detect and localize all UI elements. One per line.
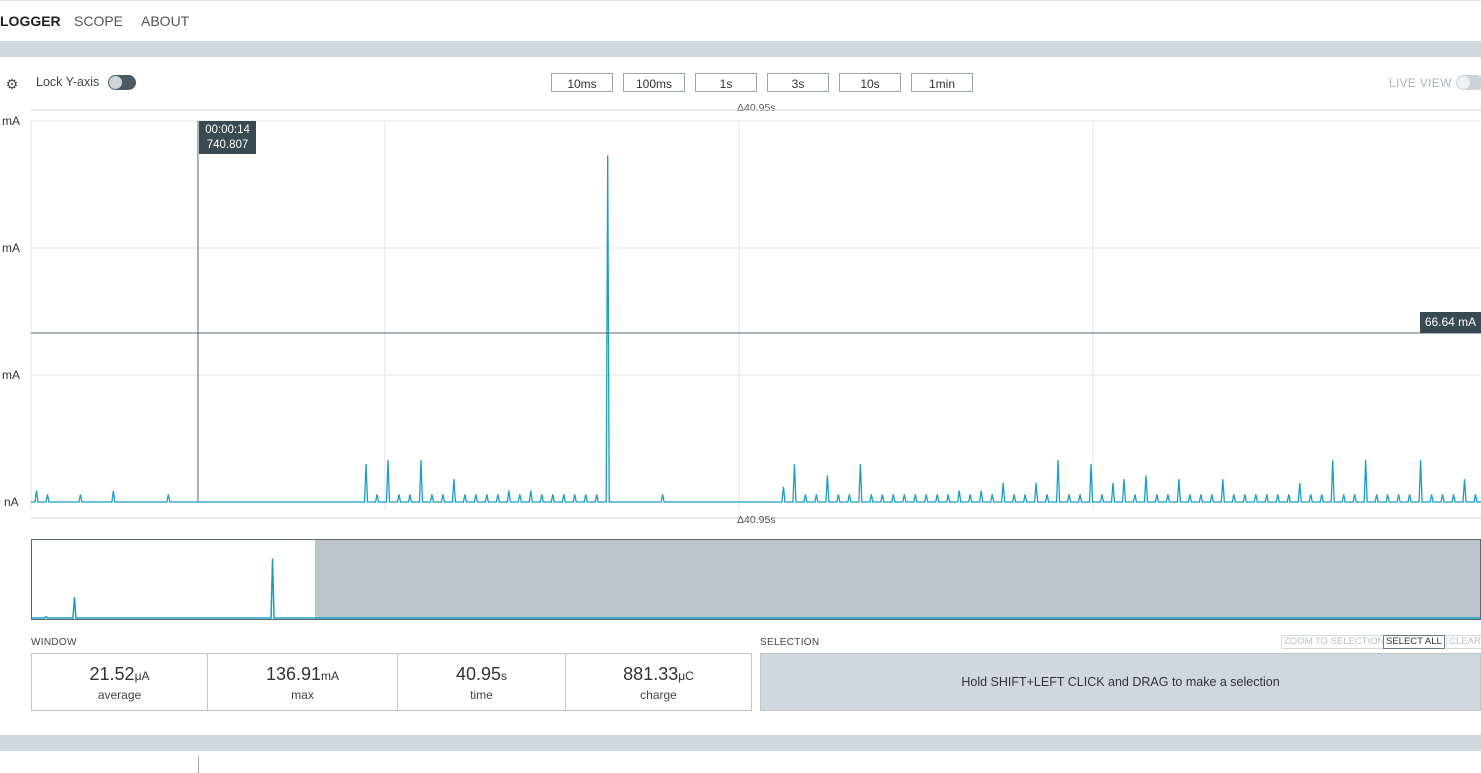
nav-tab-about[interactable]: ABOUT xyxy=(141,1,189,42)
window-section-label: WINDOW xyxy=(31,637,77,648)
minimap-outside-window-overlay xyxy=(315,540,1480,619)
window-stats: 21.52μA average 136.91mA max 40.95s time… xyxy=(31,653,752,711)
cursor-time: 00:00:14 xyxy=(205,124,250,136)
stat-charge: 881.33μC charge xyxy=(566,654,751,710)
status-divider xyxy=(198,756,199,773)
stat-average-unit: μA xyxy=(134,669,150,683)
window-100ms-button[interactable]: 100ms xyxy=(623,73,685,92)
live-view-toggle[interactable] xyxy=(1456,75,1481,90)
zoom-to-selection-button[interactable]: ZOOM TO SELECTION xyxy=(1281,635,1388,649)
stat-max-value: 136.91 xyxy=(265,664,322,684)
window-10ms-button[interactable]: 10ms xyxy=(551,73,613,92)
minimap[interactable] xyxy=(31,539,1481,620)
selection-hint-box[interactable]: Hold SHIFT+LEFT CLICK and DRAG to make a… xyxy=(760,653,1481,711)
stat-max: 136.91mA max xyxy=(208,654,398,710)
current-chart[interactable] xyxy=(0,100,1481,530)
stat-charge-unit: μC xyxy=(678,669,694,683)
stat-charge-value: 881.33 xyxy=(623,664,679,684)
minimap-chart[interactable] xyxy=(32,540,1481,620)
window-1min-button[interactable]: 1min xyxy=(911,73,973,92)
nav-tab-scope[interactable]: SCOPE xyxy=(74,1,123,42)
selection-section-label: SELECTION xyxy=(760,637,820,648)
stat-time-unit: s xyxy=(501,669,508,683)
top-nav-bar: LOGGER SCOPE ABOUT xyxy=(0,0,1481,42)
cursor-tooltip: 00:00:14 740.807 xyxy=(199,121,256,154)
current-series-line xyxy=(31,155,1481,503)
delta-time-bottom: Δ40.95s xyxy=(737,514,776,526)
stat-time-label: time xyxy=(470,688,493,702)
lock-y-axis-label: Lock Y-axis xyxy=(36,75,100,89)
gear-icon[interactable]: ⚙ xyxy=(4,76,20,92)
nav-tab-logger[interactable]: LOGGER xyxy=(0,1,61,42)
clear-selection-button[interactable]: CLEAR xyxy=(1446,635,1481,649)
stat-average-value: 21.52 xyxy=(89,664,135,684)
stat-max-unit: mA xyxy=(321,669,340,683)
horizontal-marker-label[interactable]: 66.64 mA xyxy=(1420,312,1481,333)
chart-grid xyxy=(30,109,1481,519)
top-divider-band xyxy=(0,41,1481,57)
stat-charge-label: charge xyxy=(640,688,677,702)
stat-time: 40.95s time xyxy=(398,654,566,710)
window-3s-button[interactable]: 3s xyxy=(767,73,829,92)
stat-average-label: average xyxy=(97,688,142,702)
window-1s-button[interactable]: 1s xyxy=(695,73,757,92)
stat-time-value: 40.95 xyxy=(455,664,502,684)
bottom-divider-band xyxy=(0,735,1481,751)
window-10s-button[interactable]: 10s xyxy=(839,73,901,92)
stat-max-label: max xyxy=(291,688,314,702)
select-all-button[interactable]: SELECT ALL xyxy=(1383,635,1445,649)
cursor-value: 740.807 xyxy=(206,139,249,151)
stat-average: 21.52μA average xyxy=(32,654,208,710)
live-view-label: LIVE VIEW xyxy=(1389,76,1452,90)
lock-y-axis-toggle[interactable] xyxy=(108,75,136,90)
